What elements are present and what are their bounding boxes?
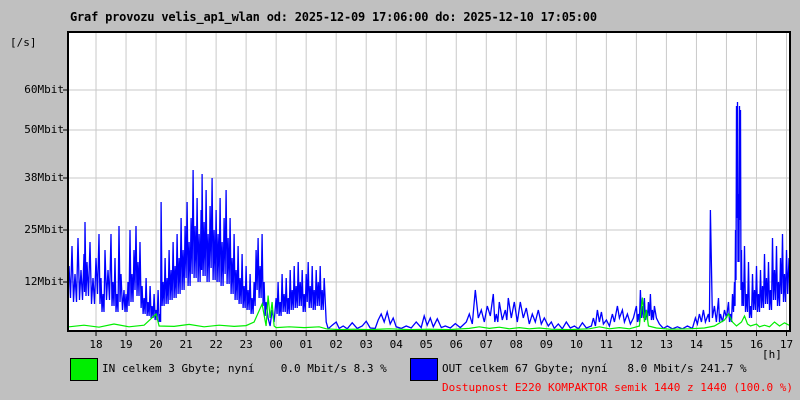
x-tick-label: 15 — [719, 338, 734, 351]
x-tick-label: 09 — [539, 338, 553, 351]
x-tick-label: 13 — [659, 338, 674, 351]
legend-in-swatch — [70, 358, 98, 381]
availability-status-text: Dostupnost E220 KOMPAKTOR semik 1440 z 1… — [442, 381, 793, 394]
traffic-graph-screen: Graf provozu velis_ap1_wlan od: 2025-12-… — [0, 0, 800, 400]
y-tick-label: 50Mbit — [24, 123, 64, 136]
x-tick-label: 08 — [509, 338, 523, 351]
x-tick-label: 11 — [599, 338, 613, 351]
x-tick-label: 02 — [329, 338, 343, 351]
x-tick-label: 12 — [629, 338, 644, 351]
y-tick-label: 38Mbit — [24, 171, 64, 184]
legend-out-swatch — [410, 358, 438, 381]
x-tick-label: 18 — [89, 338, 103, 351]
x-tick-label: 10 — [569, 338, 583, 351]
x-tick-label: 19 — [119, 338, 133, 351]
y-tick-label: 12Mbit — [24, 275, 64, 288]
x-tick-label: 03 — [359, 338, 373, 351]
x-tick-label: 14 — [689, 338, 704, 351]
legend-out-label: OUT celkem 67 Gbyte; nyní 8.0 Mbit/s 241… — [442, 362, 747, 375]
y-tick-label: 60Mbit — [24, 83, 64, 96]
x-tick-label: 23 — [239, 338, 253, 351]
x-tick-label: 06 — [449, 338, 463, 351]
x-axis-unit-label: [h] — [762, 348, 782, 361]
x-tick-label: 07 — [479, 338, 493, 351]
x-tick-label: 00 — [269, 338, 283, 351]
legend-in-label: IN celkem 3 Gbyte; nyní 0.0 Mbit/s 8.3 % — [102, 362, 387, 375]
x-tick-label: 21 — [179, 338, 193, 351]
x-tick-label: 20 — [149, 338, 163, 351]
x-tick-label: 04 — [389, 338, 403, 351]
x-tick-label: 01 — [299, 338, 313, 351]
y-tick-label: 25Mbit — [24, 223, 64, 236]
x-tick-label: 05 — [419, 338, 433, 351]
x-tick-label: 22 — [209, 338, 223, 351]
